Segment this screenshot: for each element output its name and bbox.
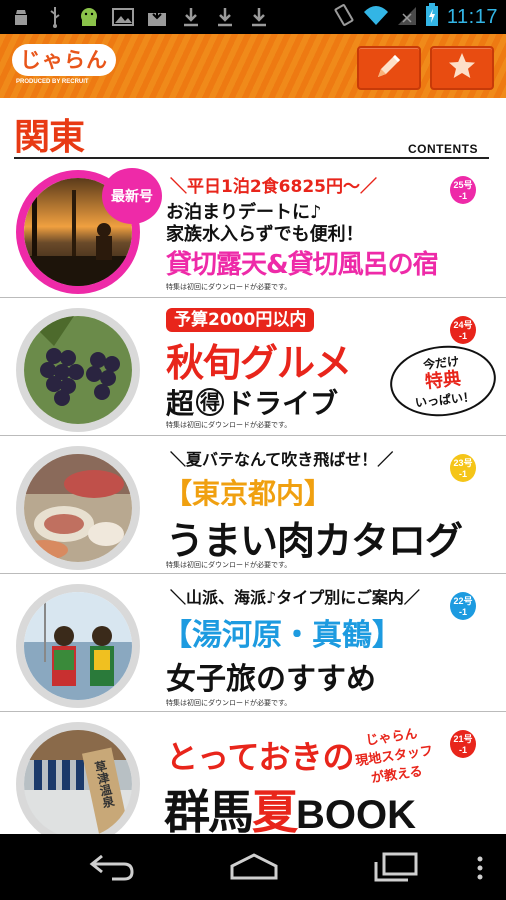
contents-label: CONTENTS — [408, 142, 478, 156]
signal-icon — [397, 4, 417, 30]
heading-divider — [14, 157, 489, 159]
local-staff-callout: じゃらん 現地スタッフ が教える — [354, 726, 434, 787]
subtitle-suffix: ドライブ — [226, 387, 339, 420]
issue-thumbnail — [16, 308, 140, 432]
app-header: じゃらん PRODUCED BY RECRUIT — [0, 34, 506, 98]
download-box-icon — [146, 6, 168, 28]
logo-text: じゃらん — [12, 44, 116, 76]
issue-item[interactable]: ＼夏バテなんて吹き飛ばせ！／ 【東京都内】 うまい肉カタログ 23号 -1 特集は… — [0, 436, 506, 574]
download-icon — [180, 6, 202, 28]
logo-subtitle: PRODUCED BY RECRUIT — [16, 79, 89, 85]
pencil-icon — [374, 51, 404, 85]
issue-subtitle: 家族水入らずでも便利！ — [166, 224, 364, 245]
usb-icon — [44, 6, 66, 28]
issue-item[interactable]: 草津温泉 とっておきの 群馬夏BOOK じゃらん 現地スタッフ が教える 21号… — [0, 712, 506, 850]
android-debug-icon — [10, 6, 32, 28]
title-part-2: 夏 — [252, 785, 298, 839]
issue-item[interactable]: ＼山派、海派♪タイプ別にご案内／ 【湯河原・真鶴】 女子旅のすすめ 22号 -1 … — [0, 574, 506, 712]
issue-title-top: とっておきの — [166, 738, 355, 776]
menu-icon[interactable] — [476, 856, 484, 884]
star-icon — [447, 51, 477, 85]
issue-thumbnail — [16, 446, 140, 570]
issue-number-badge: 22号 -1 — [450, 592, 476, 620]
back-icon[interactable] — [88, 852, 136, 886]
subtitle-circled: 得 — [196, 388, 225, 416]
download-note: 特集は初回にダウンロードが必要です。 — [166, 421, 292, 429]
issue-item[interactable]: 予算2000円以内 秋旬グルメ 超 得 ドライブ 今だけ 特典 いっぱい！ 24… — [0, 298, 506, 436]
issue-tagline: ＼平日1泊2食6825円～／ — [170, 177, 377, 197]
issue-item[interactable]: 最新号 ＼平日1泊2食6825円～／ お泊まりデートに♪ 家族水入らずでも便利！… — [0, 160, 506, 298]
issue-thumbnail — [16, 722, 140, 846]
title-part-1: 群馬 — [164, 785, 254, 839]
issue-title: 秋旬グルメ — [166, 341, 352, 385]
battery-icon — [425, 3, 439, 31]
issue-title: 群馬夏BOOK — [164, 776, 416, 842]
issue-title: うまい肉カタログ — [166, 519, 463, 563]
issue-location: 【湯河原・真鶴】 — [162, 618, 402, 653]
download-icon — [214, 6, 236, 28]
clock: 11:17 — [446, 5, 498, 28]
issue-title: 女子旅のすすめ — [166, 662, 376, 697]
recents-icon[interactable] — [372, 852, 420, 886]
title-part-3: BOOK — [296, 793, 416, 837]
subtitle-prefix: 超 — [166, 387, 195, 420]
issue-location: 【東京都内】 — [164, 477, 333, 510]
budget-tag: 予算2000円以内 — [166, 308, 315, 332]
newest-badge: 最新号 — [102, 168, 162, 224]
download-icon — [248, 6, 270, 28]
special-offer-bubble: 今だけ 特典 いっぱい！ — [386, 340, 500, 422]
issue-title: 貸切露天&貸切風呂の宿 — [166, 250, 439, 280]
download-note: 特集は初回にダウンロードが必要です。 — [166, 283, 292, 291]
system-nav-bar — [0, 834, 506, 900]
issue-number-badge: 21号 -1 — [450, 730, 476, 758]
download-note: 特集は初回にダウンロードが必要です。 — [166, 561, 292, 569]
jalan-logo[interactable]: じゃらん PRODUCED BY RECRUIT — [12, 44, 120, 88]
favorite-button[interactable] — [430, 46, 494, 90]
wifi-icon — [363, 4, 389, 30]
issue-number-badge: 25号 -1 — [450, 176, 476, 204]
region-title: 関東 — [14, 117, 85, 158]
status-bar: 11:17 — [0, 0, 506, 34]
android-icon — [78, 6, 100, 28]
issue-number-badge: 23号 -1 — [450, 454, 476, 482]
vibrate-icon — [333, 3, 355, 31]
issue-tagline: ＼夏バテなんて吹き飛ばせ！／ — [170, 450, 394, 469]
issue-number-badge: 24号 -1 — [450, 316, 476, 344]
home-icon[interactable] — [228, 852, 280, 886]
issue-tagline: ＼山派、海派♪タイプ別にご案内／ — [170, 588, 420, 607]
image-icon — [112, 6, 134, 28]
edit-button[interactable] — [357, 46, 421, 90]
download-note: 特集は初回にダウンロードが必要です。 — [166, 699, 292, 707]
issue-subtitle: 超 得 ドライブ — [166, 382, 338, 422]
issue-thumbnail — [16, 584, 140, 708]
